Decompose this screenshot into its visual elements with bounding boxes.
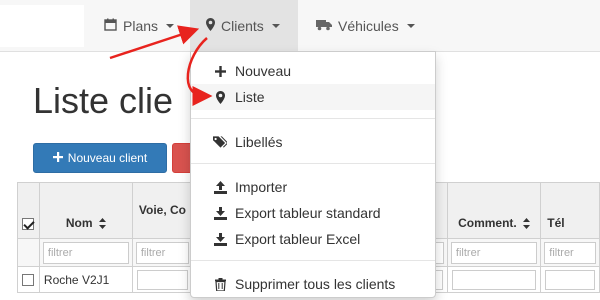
menu-item-label: Nouveau xyxy=(235,63,292,79)
menu-item-supprimer-tous[interactable]: Supprimer tous les clients xyxy=(191,271,435,297)
column-header-label: Tél xyxy=(547,216,565,230)
menu-item-liste[interactable]: Liste xyxy=(191,84,435,110)
map-marker-icon xyxy=(206,17,215,34)
nav-clients[interactable]: Clients xyxy=(190,0,298,51)
menu-item-importer[interactable]: Importer xyxy=(191,174,435,200)
select-all-checkbox[interactable] xyxy=(22,217,35,230)
column-header-label: Nom xyxy=(65,216,93,230)
nav-plans-label: Plans xyxy=(123,17,159,34)
menu-divider xyxy=(191,118,435,119)
brand-area xyxy=(0,5,84,47)
menu-divider xyxy=(191,163,435,164)
cell-input[interactable] xyxy=(451,269,537,290)
clients-dropdown-menu: Nouveau Liste Libellés Importer Export t… xyxy=(190,51,436,298)
sort-icon xyxy=(98,218,106,230)
truck-icon xyxy=(316,18,332,34)
download-icon xyxy=(213,232,227,246)
select-all-cell xyxy=(17,182,40,239)
menu-item-label: Libellés xyxy=(235,134,283,150)
menu-item-export-standard[interactable]: Export tableur standard xyxy=(191,200,435,226)
row-select-cell xyxy=(17,266,40,293)
table-cell-nom: Roche V2J1 xyxy=(38,266,133,293)
calendar-icon xyxy=(104,18,117,34)
filter-cell: filtrer xyxy=(131,238,194,267)
filter-input-comment[interactable]: filtrer xyxy=(450,241,538,264)
sort-icon xyxy=(523,218,531,230)
column-header-label: Comment. xyxy=(458,216,517,230)
chevron-down-icon xyxy=(166,23,175,28)
tags-icon xyxy=(213,135,227,149)
menu-item-nouveau[interactable]: Nouveau xyxy=(191,58,435,84)
trash-icon xyxy=(213,277,227,291)
page-title: Liste clie xyxy=(33,80,174,121)
table-cell xyxy=(540,266,600,293)
menu-item-label: Export tableur Excel xyxy=(235,231,361,247)
row-checkbox[interactable] xyxy=(22,274,35,287)
cell-input[interactable] xyxy=(545,269,595,290)
filter-cell-empty xyxy=(17,238,40,267)
nav-plans[interactable]: Plans xyxy=(104,0,175,51)
menu-divider xyxy=(191,260,435,261)
table-cell xyxy=(131,266,194,293)
nav-clients-label: Clients xyxy=(221,17,264,34)
menu-item-export-excel[interactable]: Export tableur Excel xyxy=(191,226,435,252)
filter-input-tel[interactable]: filtrer xyxy=(544,241,596,264)
menu-item-label: Importer xyxy=(235,179,288,195)
column-header-label: Voie, Co xyxy=(138,203,186,217)
plus-icon xyxy=(52,151,63,165)
filter-input-nom[interactable]: filtrer xyxy=(42,241,129,264)
plus-icon xyxy=(213,64,227,78)
filter-cell: filtrer xyxy=(540,238,600,267)
filter-input-voie[interactable]: filtrer xyxy=(135,241,189,264)
column-header-comment[interactable]: Comment. xyxy=(446,182,542,239)
column-header-nom[interactable]: Nom xyxy=(38,182,133,239)
nav-vehicules[interactable]: Véhicules xyxy=(316,0,415,51)
new-client-label: Nouveau client xyxy=(67,151,148,165)
column-header-voie[interactable]: Voie, Co xyxy=(131,182,194,239)
top-navbar: Plans Clients Véhicules xyxy=(0,0,600,52)
cell-input[interactable] xyxy=(136,269,188,290)
menu-item-label: Supprimer tous les clients xyxy=(235,276,396,292)
download-icon xyxy=(213,206,227,220)
menu-item-libelles[interactable]: Libellés xyxy=(191,129,435,155)
new-client-button[interactable]: Nouveau client xyxy=(33,143,167,173)
filter-cell: filtrer xyxy=(38,238,133,267)
column-header-tel[interactable]: Tél xyxy=(540,182,600,239)
filter-cell: filtrer xyxy=(446,238,542,267)
menu-item-label: Liste xyxy=(235,89,265,105)
upload-icon xyxy=(213,180,227,194)
chevron-down-icon xyxy=(406,23,415,28)
menu-item-label: Export tableur standard xyxy=(235,205,381,221)
nav-vehicules-label: Véhicules xyxy=(338,17,399,34)
table-cell xyxy=(446,266,542,293)
chevron-down-icon xyxy=(271,23,280,28)
map-marker-icon xyxy=(213,90,227,104)
